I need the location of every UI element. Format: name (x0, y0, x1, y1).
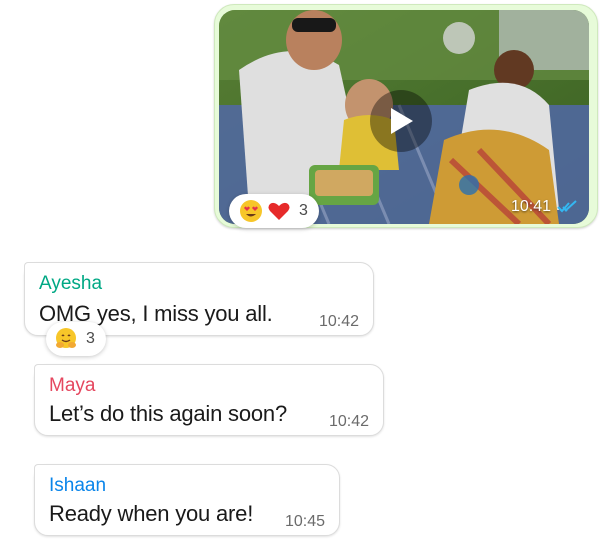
video-meta: 10:41 (511, 198, 579, 216)
reactions-pill[interactable]: 3 (46, 322, 106, 356)
sender-name: Ishaan (49, 475, 107, 496)
reactions-pill[interactable]: 3 (229, 194, 319, 228)
message-time: 10:45 (284, 513, 325, 530)
sender-name: Maya (49, 375, 96, 396)
play-button[interactable] (370, 90, 432, 152)
message-text: Let’s do this again soon? (49, 401, 287, 426)
hugging-face-emoji (56, 328, 76, 348)
double-check-icon (557, 200, 577, 213)
video-thumbnail[interactable]: 10:41 (219, 10, 589, 224)
play-icon (391, 108, 413, 134)
reaction-count: 3 (86, 330, 95, 347)
incoming-message-bubble[interactable]: Maya Let’s do this again soon? 10:42 (34, 364, 384, 436)
message-time: 10:42 (328, 413, 369, 430)
message-time: 10:42 (318, 313, 359, 330)
reaction-count: 3 (299, 202, 308, 219)
incoming-message-bubble[interactable]: Ishaan Ready when you are! 10:45 (34, 464, 340, 536)
chat-thread: 10:41 3 Ayesha OMG yes, I miss you all. … (0, 0, 612, 556)
red-heart-emoji (268, 202, 290, 220)
message-time: 10:41 (510, 198, 551, 215)
heart-eyes-emoji (240, 200, 262, 222)
sender-name: Ayesha (39, 273, 103, 294)
message-text: Ready when you are! (49, 501, 254, 526)
